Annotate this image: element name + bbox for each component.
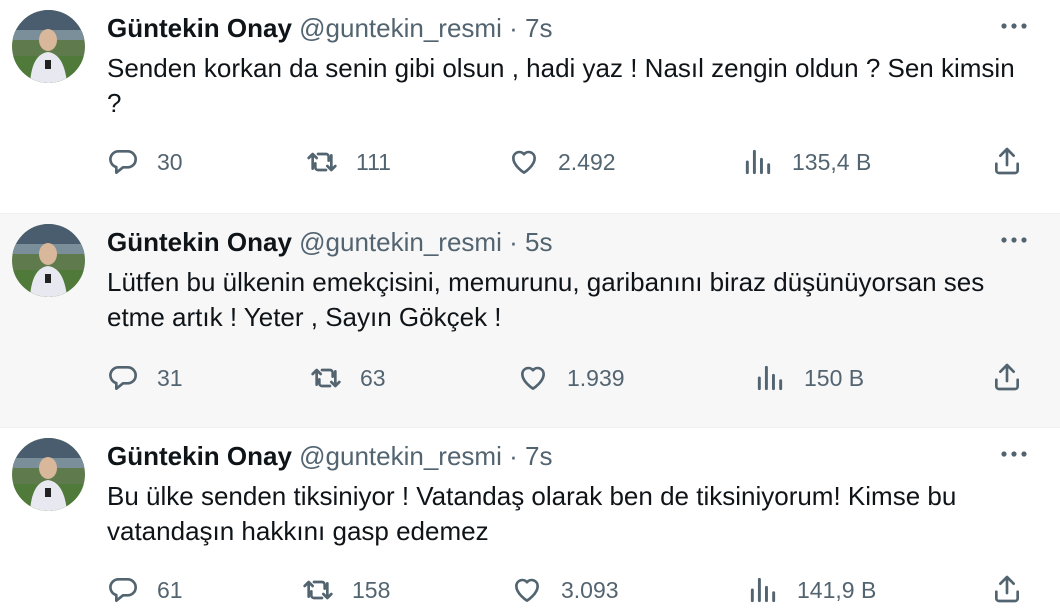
separator-dot: · [509, 13, 518, 43]
reply-button[interactable]: 61 [107, 570, 183, 610]
reply-count: 61 [157, 576, 183, 603]
views-count: 141,9 B [797, 576, 877, 603]
views-icon [750, 577, 776, 603]
views-button[interactable]: 150 B [754, 358, 864, 398]
author-name[interactable]: Güntekin Onay [107, 227, 292, 257]
author-handle[interactable]: @guntekin_resmi [299, 227, 502, 257]
tweet-time[interactable]: 7s [525, 441, 552, 471]
reply-icon [109, 578, 137, 602]
tweet-header: Güntekin Onay @guntekin_resmi · 5s [107, 225, 552, 259]
reply-button[interactable]: 31 [107, 358, 183, 398]
retweet-count: 63 [360, 364, 386, 391]
tweet-header: Güntekin Onay @guntekin_resmi · 7s [107, 11, 552, 45]
share-icon[interactable] [991, 573, 1023, 605]
author-name[interactable]: Güntekin Onay [107, 13, 292, 43]
tweet-text: Senden korkan da senin gibi olsun , hadi… [107, 53, 1015, 118]
retweet-icon [307, 152, 337, 172]
tweet[interactable]: Güntekin Onay @guntekin_resmi · 7s Bu ül… [0, 428, 1060, 614]
author-handle[interactable]: @guntekin_resmi [299, 13, 502, 43]
author-name[interactable]: Güntekin Onay [107, 441, 292, 471]
retweet-button[interactable]: 63 [310, 358, 386, 398]
separator-dot: · [509, 441, 518, 471]
author-handle[interactable]: @guntekin_resmi [299, 441, 502, 471]
tweet-header: Güntekin Onay @guntekin_resmi · 7s [107, 439, 552, 473]
views-count: 150 B [804, 364, 865, 391]
tweet-actions: 30 111 2.492 135,4 B [0, 142, 1060, 182]
tweet-text: Lütfen bu ülkenin emekçisini, memurunu, … [107, 267, 985, 332]
tweet-time[interactable]: 5s [525, 227, 552, 257]
retweet-count: 111 [356, 148, 391, 175]
like-icon [515, 578, 539, 602]
like-button[interactable]: 1.939 [517, 358, 625, 398]
separator-dot: · [509, 227, 518, 257]
avatar[interactable] [12, 438, 85, 511]
like-count: 1.939 [567, 364, 625, 391]
like-count: 2.492 [558, 148, 616, 175]
retweet-count: 158 [352, 576, 391, 603]
tweet[interactable]: Güntekin Onay @guntekin_resmi · 5s Lütfe… [0, 214, 1060, 428]
like-icon [512, 150, 536, 174]
tweet-time[interactable]: 7s [525, 13, 552, 43]
like-icon [521, 366, 545, 390]
avatar[interactable] [12, 10, 85, 83]
tweet[interactable]: Güntekin Onay @guntekin_resmi · 7s Sende… [0, 0, 1060, 214]
reply-count: 31 [157, 364, 183, 391]
views-icon [745, 149, 771, 175]
reply-button[interactable]: 30 [107, 142, 183, 182]
views-icon [757, 365, 783, 391]
like-count: 3.093 [561, 576, 619, 603]
retweet-icon [303, 580, 333, 600]
reply-icon [109, 150, 137, 174]
more-icon[interactable] [998, 14, 1030, 38]
reply-icon [109, 366, 137, 390]
more-icon[interactable] [998, 228, 1030, 252]
tweet-actions: 31 63 1.939 150 B [0, 358, 1060, 398]
tweet-text: Bu ülke senden tiksiniyor ! Vatandaş ola… [107, 481, 957, 546]
like-button[interactable]: 2.492 [508, 142, 616, 182]
views-button[interactable]: 141,9 B [747, 570, 876, 610]
views-count: 135,4 B [792, 148, 872, 175]
more-icon[interactable] [998, 442, 1030, 466]
share-icon[interactable] [991, 145, 1023, 177]
reply-count: 30 [157, 148, 183, 175]
avatar[interactable] [12, 224, 85, 297]
tweet-actions: 61 158 3.093 141,9 B [0, 570, 1060, 610]
retweet-button[interactable]: 111 [306, 142, 391, 182]
share-icon[interactable] [991, 361, 1023, 393]
like-button[interactable]: 3.093 [511, 570, 619, 610]
views-button[interactable]: 135,4 B [742, 142, 871, 182]
retweet-button[interactable]: 158 [302, 570, 390, 610]
retweet-icon [311, 368, 341, 388]
